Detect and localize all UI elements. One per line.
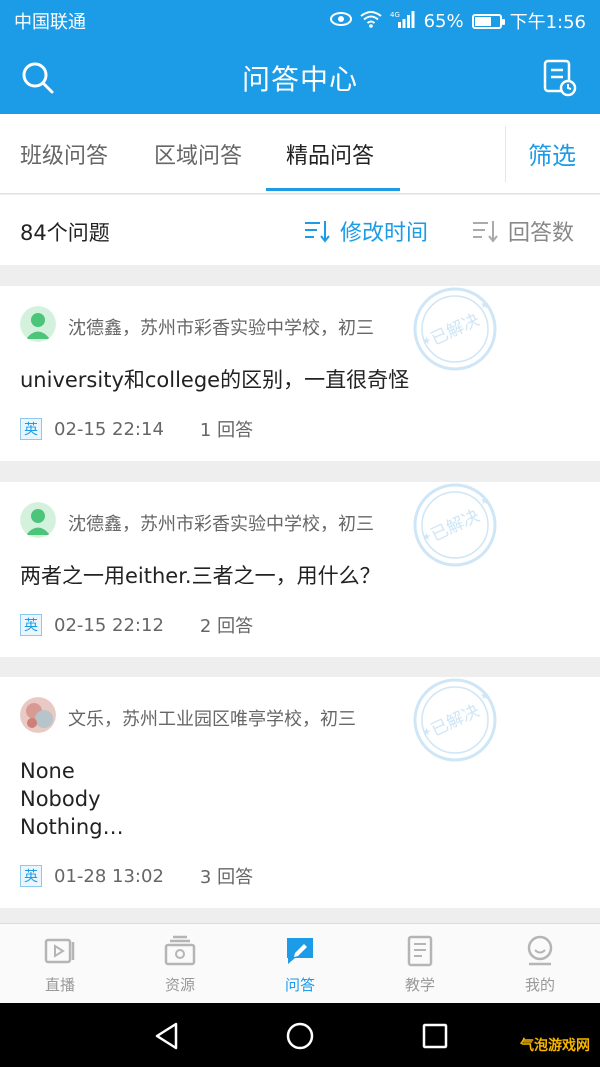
question-line: Nobody <box>20 787 101 811</box>
stamp-text: 已解决 <box>428 310 483 350</box>
nav-profile[interactable]: 我的 <box>480 924 600 1004</box>
carrier-label: 中国联通 <box>14 12 86 33</box>
avatar <box>20 306 56 342</box>
svg-text:★: ★ <box>422 532 431 543</box>
answer-count: 3 回答 <box>199 867 254 888</box>
question-title[interactable]: 两者之一用either.三者之一，用什么？ <box>20 562 381 590</box>
avatar <box>20 697 56 733</box>
bottom-tab-bar: 直播 资源 问答 教学 我的 <box>0 923 600 1003</box>
recents-icon[interactable] <box>420 1021 450 1051</box>
resolved-stamp-icon: 已解决★ ★ <box>413 483 497 567</box>
filter-button[interactable]: 筛选 <box>528 136 576 171</box>
question-date: 02-15 22:12 <box>54 614 164 636</box>
subject-badge: 英 <box>20 418 42 440</box>
author-info: 文乐，苏州工业园区唯亭学校，初三 <box>68 709 356 730</box>
svg-text:★: ★ <box>422 336 431 347</box>
question-line: Nothing… <box>20 815 124 839</box>
question-date: 01-28 13:02 <box>54 865 164 887</box>
network-type: 4G <box>390 11 400 19</box>
battery-percent: 65% <box>423 10 464 32</box>
stamp-text: 已解决 <box>428 506 483 546</box>
sort-desc-icon <box>305 221 330 243</box>
system-navigation-bar <box>0 1003 600 1067</box>
resolved-stamp-icon: 已解决★ ★ <box>413 287 497 371</box>
qa-icon <box>287 937 313 964</box>
question-meta: 英 02-15 22:14 1 回答 <box>20 416 253 442</box>
author-info: 沈德鑫，苏州市彩香实验中学校，初三 <box>68 318 374 339</box>
battery-fill <box>474 16 491 26</box>
question-card[interactable]: 文乐，苏州工业园区唯亭学校，初三 已解决 ★ ★ None Nobody Nothi… <box>0 677 600 908</box>
teaching-icon <box>407 935 433 966</box>
eye-icon <box>329 11 352 32</box>
subject-badge: 英 <box>20 865 42 887</box>
sort-by-answer-count[interactable]: 回答数 <box>472 215 574 247</box>
answer-count: 2 回答 <box>199 616 254 637</box>
back-icon[interactable] <box>152 1021 182 1051</box>
sort-label: 回答数 <box>508 221 575 246</box>
profile-icon <box>527 935 553 965</box>
tab-class-qa[interactable]: 班级问答 <box>20 138 108 170</box>
sort-by-modified-time[interactable]: 修改时间 <box>304 215 428 247</box>
nav-qa[interactable]: 问答 <box>240 924 360 1004</box>
resource-icon <box>164 935 196 965</box>
question-title[interactable]: None Nobody Nothing… <box>20 757 124 841</box>
active-tab-indicator <box>266 188 400 191</box>
wifi-icon <box>359 10 382 33</box>
nav-label: 直播 <box>44 975 75 994</box>
question-meta: 英 01-28 13:02 3 回答 <box>20 863 253 889</box>
status-bar: 中国联通 4G 65% 下午1:56 <box>0 0 600 42</box>
my-questions-icon[interactable] <box>542 58 578 98</box>
question-date: 02-15 22:14 <box>54 418 164 440</box>
svg-text:★: ★ <box>422 727 431 738</box>
answer-count: 1 回答 <box>199 420 254 441</box>
stamp-text: 已解决 <box>428 701 483 741</box>
question-title[interactable]: university和college的区别，一直很奇怪 <box>20 366 409 394</box>
home-icon[interactable] <box>285 1021 315 1051</box>
avatar <box>20 502 56 538</box>
svg-text:★: ★ <box>480 496 489 507</box>
question-meta: 英 02-15 22:12 2 回答 <box>20 612 253 638</box>
nav-label: 我的 <box>524 975 555 994</box>
question-count: 84个问题 <box>20 221 110 245</box>
sort-bar: 84个问题 修改时间 回答数 <box>0 195 600 265</box>
sort-label: 修改时间 <box>340 221 429 246</box>
battery-icon <box>471 13 505 29</box>
clock: 下午1:56 <box>509 12 586 33</box>
tab-featured-qa[interactable]: 精品问答 <box>286 138 374 170</box>
tab-divider <box>505 126 506 182</box>
author-info: 沈德鑫，苏州市彩香实验中学校，初三 <box>68 514 374 535</box>
search-icon[interactable] <box>20 60 56 96</box>
question-card[interactable]: 沈德鑫，苏州市彩香实验中学校，初三 已解决 ★ ★ university和colle… <box>0 286 600 461</box>
nav-live[interactable]: 直播 <box>0 924 120 1004</box>
signal-icon: 4G <box>390 10 416 33</box>
svg-text:★: ★ <box>480 300 489 311</box>
question-line: None <box>20 759 75 783</box>
app-header: 问答中心 <box>0 42 600 114</box>
resolved-stamp-icon: 已解决★ ★ <box>413 678 497 762</box>
sort-desc-icon <box>473 221 498 243</box>
nav-label: 资源 <box>164 975 195 994</box>
site-watermark: 气泡游戏网 <box>520 1038 590 1054</box>
tab-region-qa[interactable]: 区域问答 <box>154 138 242 170</box>
nav-teaching[interactable]: 教学 <box>360 924 480 1004</box>
subject-badge: 英 <box>20 614 42 636</box>
live-icon <box>44 938 75 963</box>
nav-label: 问答 <box>284 975 315 994</box>
category-tabs: 班级问答 区域问答 精品问答 <box>0 114 600 194</box>
svg-text:★: ★ <box>480 691 489 702</box>
question-card[interactable]: 沈德鑫，苏州市彩香实验中学校，初三 已解决 ★ ★ 两者之一用either.三者之一… <box>0 482 600 657</box>
nav-resources[interactable]: 资源 <box>120 924 240 1004</box>
nav-label: 教学 <box>404 975 435 994</box>
page-title: 问答中心 <box>241 63 358 96</box>
